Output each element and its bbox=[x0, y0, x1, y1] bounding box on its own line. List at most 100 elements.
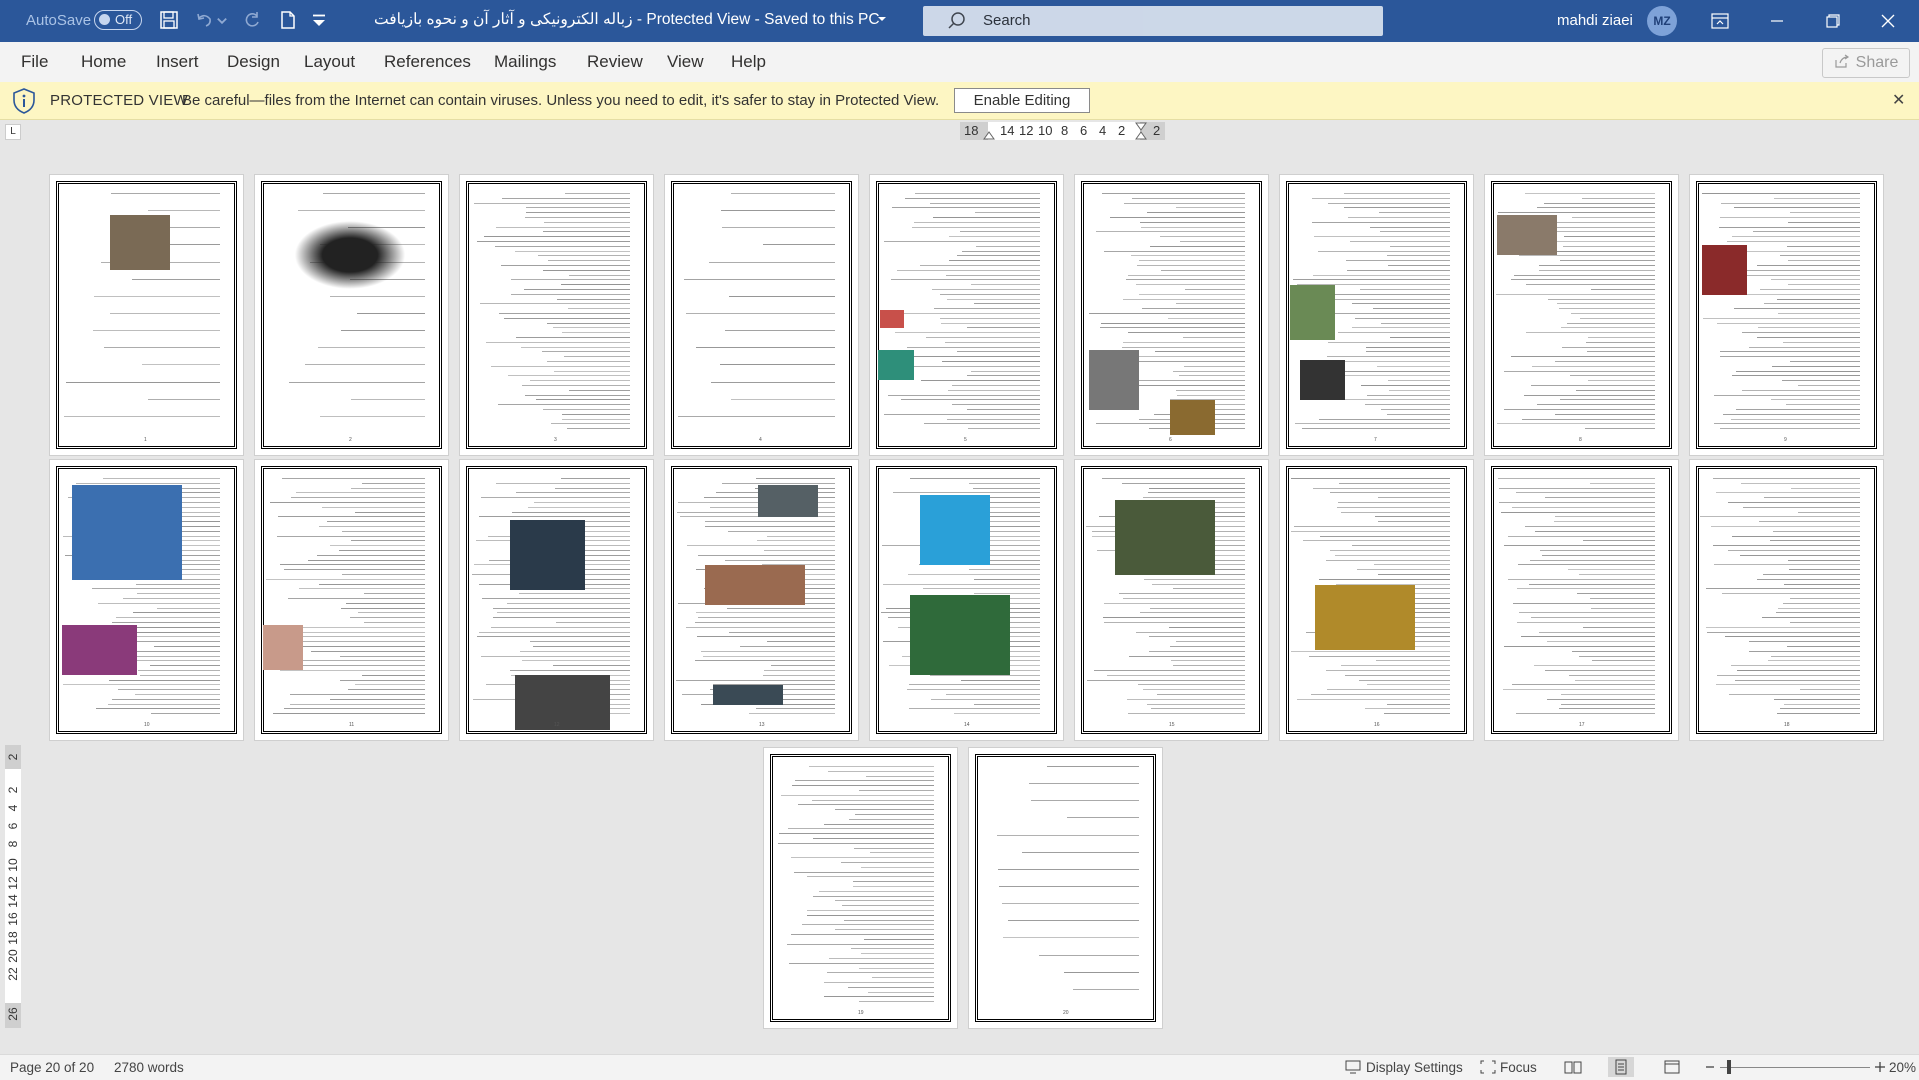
text-line bbox=[563, 356, 630, 358]
vertical-ruler[interactable]: 2 2 4 6 8 10 12 14 16 18 20 22 26 bbox=[5, 745, 21, 1028]
focus-icon[interactable] bbox=[1480, 1060, 1496, 1077]
undo-icon[interactable] bbox=[192, 8, 216, 32]
menu-design[interactable]: Design bbox=[227, 52, 280, 72]
document-page[interactable]: 2 bbox=[255, 175, 448, 455]
text-line bbox=[1366, 684, 1450, 686]
left-indent-marker[interactable] bbox=[983, 130, 995, 140]
avatar[interactable]: MZ bbox=[1647, 6, 1677, 36]
word-count[interactable]: 2780 words bbox=[114, 1060, 184, 1075]
page-number: 8 bbox=[1579, 437, 1582, 443]
text-line bbox=[1770, 279, 1860, 281]
text-line bbox=[1582, 540, 1655, 542]
menu-mailings[interactable]: Mailings bbox=[494, 52, 556, 72]
save-icon[interactable] bbox=[157, 8, 181, 32]
document-page[interactable]: 7 bbox=[1280, 175, 1473, 455]
document-page[interactable]: 10 bbox=[50, 460, 243, 740]
web-layout-icon[interactable] bbox=[1664, 1060, 1680, 1077]
undo-dropdown-icon[interactable] bbox=[215, 8, 229, 32]
share-button[interactable]: Share bbox=[1822, 48, 1910, 78]
text-line bbox=[1038, 954, 1139, 956]
document-page[interactable]: 12 bbox=[460, 460, 653, 740]
text-line bbox=[1785, 404, 1860, 406]
page-number: 16 bbox=[1374, 722, 1380, 728]
focus-label[interactable]: Focus bbox=[1500, 1060, 1537, 1075]
text-line bbox=[779, 833, 934, 835]
tab-selector[interactable]: L bbox=[5, 124, 21, 140]
search-box[interactable]: Search bbox=[923, 6, 1383, 36]
document-page[interactable]: 20 bbox=[969, 748, 1162, 1028]
text-line bbox=[1524, 193, 1655, 194]
display-settings-label[interactable]: Display Settings bbox=[1366, 1060, 1463, 1075]
horizontal-ruler[interactable]: 18 14 12 10 8 6 4 2 2 bbox=[960, 122, 1165, 140]
document-page[interactable]: 13 bbox=[665, 460, 858, 740]
text-line bbox=[931, 698, 1040, 700]
document-page[interactable]: 4 bbox=[665, 175, 858, 455]
text-line bbox=[1761, 617, 1860, 619]
right-indent-marker[interactable] bbox=[1135, 122, 1147, 140]
text-line bbox=[961, 250, 1040, 252]
document-page[interactable]: 1 bbox=[50, 175, 243, 455]
text-line bbox=[289, 381, 425, 383]
read-mode-icon[interactable] bbox=[1564, 1060, 1582, 1077]
ruler-label: 20 bbox=[6, 949, 20, 963]
redo-icon[interactable] bbox=[240, 8, 264, 32]
menu-review[interactable]: Review bbox=[587, 52, 643, 72]
zoom-out-icon[interactable] bbox=[1705, 1060, 1715, 1077]
display-settings-icon[interactable] bbox=[1345, 1060, 1361, 1077]
new-document-icon[interactable] bbox=[276, 8, 300, 32]
title-dropdown-icon[interactable] bbox=[876, 12, 888, 30]
document-page[interactable]: 15 bbox=[1075, 460, 1268, 740]
document-page[interactable]: 6 bbox=[1075, 175, 1268, 455]
ribbon-display-options-icon[interactable] bbox=[1705, 6, 1735, 36]
document-page[interactable]: 16 bbox=[1280, 460, 1473, 740]
text-line bbox=[289, 694, 425, 695]
customize-toolbar-icon[interactable] bbox=[310, 8, 328, 32]
document-page[interactable]: 8 bbox=[1485, 175, 1678, 455]
document-page[interactable]: 19 bbox=[764, 748, 957, 1028]
text-line bbox=[524, 394, 630, 396]
menu-file[interactable]: File bbox=[21, 52, 48, 72]
page-count[interactable]: Page 20 of 20 bbox=[10, 1060, 94, 1075]
menu-view[interactable]: View bbox=[667, 52, 704, 72]
text-line bbox=[1179, 241, 1245, 242]
text-line bbox=[891, 207, 1040, 209]
text-line bbox=[686, 313, 835, 314]
text-line bbox=[1357, 569, 1450, 571]
minimize-icon[interactable] bbox=[1762, 6, 1792, 36]
text-line bbox=[1559, 708, 1655, 710]
text-line bbox=[739, 646, 835, 647]
zoom-in-icon[interactable] bbox=[1874, 1060, 1886, 1077]
zoom-slider[interactable] bbox=[1720, 1067, 1870, 1068]
text-line bbox=[941, 361, 1040, 362]
text-line bbox=[479, 516, 630, 518]
document-page[interactable]: 17 bbox=[1485, 460, 1678, 740]
autosave-toggle[interactable]: Off bbox=[94, 10, 142, 30]
menu-help[interactable]: Help bbox=[731, 52, 766, 72]
close-icon[interactable] bbox=[1873, 6, 1903, 36]
text-line bbox=[1365, 346, 1450, 348]
text-line bbox=[1777, 298, 1860, 300]
restore-icon[interactable] bbox=[1818, 6, 1848, 36]
text-line bbox=[1799, 689, 1860, 691]
close-bar-icon[interactable]: ✕ bbox=[1892, 90, 1905, 110]
text-line bbox=[524, 289, 630, 290]
print-layout-icon[interactable] bbox=[1608, 1057, 1634, 1077]
menu-layout[interactable]: Layout bbox=[304, 52, 355, 72]
zoom-slider-thumb[interactable] bbox=[1727, 1060, 1731, 1074]
enable-editing-button[interactable]: Enable Editing bbox=[954, 88, 1090, 113]
user-name[interactable]: mahdi ziaei bbox=[1557, 12, 1633, 29]
text-line bbox=[1104, 622, 1245, 623]
zoom-level[interactable]: 20% bbox=[1889, 1060, 1916, 1075]
menu-insert[interactable]: Insert bbox=[156, 52, 199, 72]
text-line bbox=[1737, 670, 1860, 671]
document-page[interactable]: 18 bbox=[1690, 460, 1883, 740]
document-page[interactable]: 5 bbox=[870, 175, 1063, 455]
menu-references[interactable]: References bbox=[384, 52, 471, 72]
menu-home[interactable]: Home bbox=[81, 52, 126, 72]
document-page[interactable]: 9 bbox=[1690, 175, 1883, 455]
document-page[interactable]: 14 bbox=[870, 460, 1063, 740]
document-page[interactable]: 3 bbox=[460, 175, 653, 455]
text-line bbox=[1514, 274, 1655, 276]
document-page[interactable]: 11 bbox=[255, 460, 448, 740]
text-line bbox=[1570, 313, 1655, 314]
